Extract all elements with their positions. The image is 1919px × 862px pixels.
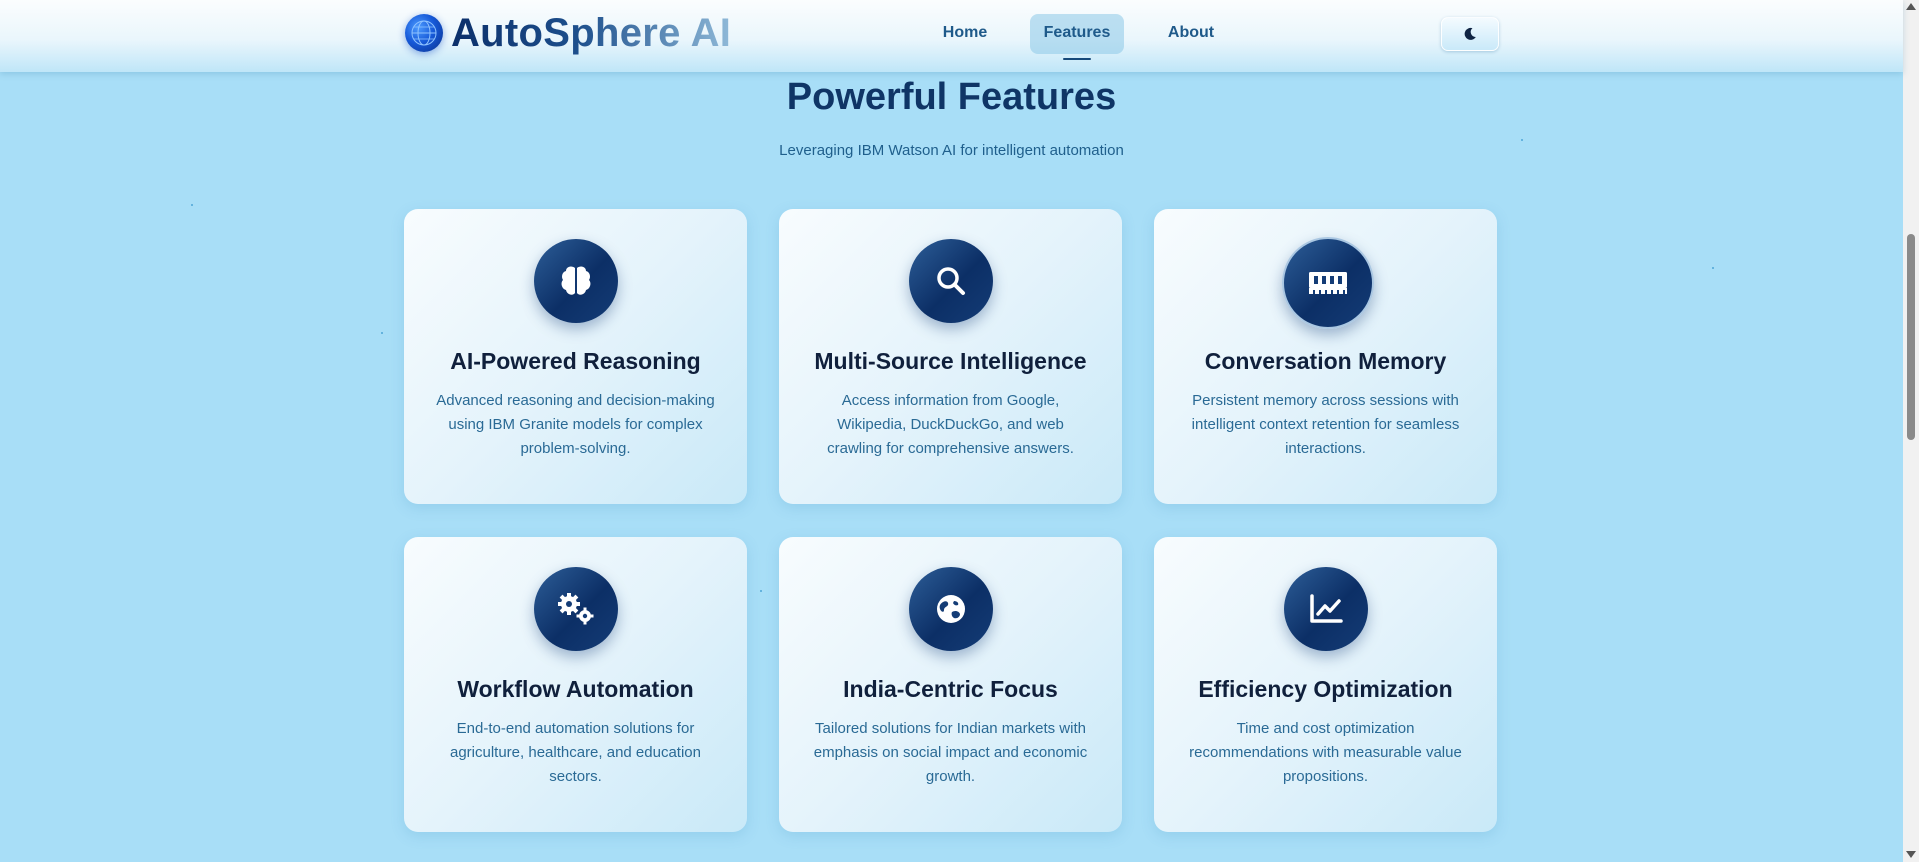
feature-title: Workflow Automation [457, 676, 694, 702]
section-title: Powerful Features [786, 76, 1117, 118]
decorative-dot [1712, 267, 1714, 269]
theme-toggle-button[interactable] [1441, 17, 1499, 51]
feature-card-conversation-memory[interactable]: Conversation Memory Persistent memory ac… [1154, 209, 1497, 504]
nav-link-about[interactable]: About [1158, 18, 1224, 52]
nav-link-home[interactable]: Home [930, 18, 1000, 52]
feature-title: Conversation Memory [1204, 348, 1447, 374]
feature-title: AI-Powered Reasoning [450, 348, 701, 374]
feature-description: Time and cost optimization recommendatio… [1189, 720, 1462, 785]
feature-card-multi-source[interactable]: Multi-Source Intelligence Access informa… [779, 209, 1122, 504]
chart-line-icon [1283, 567, 1368, 651]
feature-description: Tailored solutions for Indian markets wi… [813, 720, 1088, 785]
feature-description: Access information from Google, Wikipedi… [827, 392, 1074, 457]
scroll-down-arrow[interactable] [1906, 851, 1916, 858]
memory-icon [1281, 237, 1374, 329]
brain-icon [533, 239, 618, 323]
active-nav-indicator [1063, 58, 1091, 60]
globe-icon [908, 567, 993, 651]
scrollbar-thumb[interactable] [1907, 234, 1915, 440]
search-icon [908, 239, 993, 323]
globe-icon [405, 14, 443, 52]
feature-card-ai-reasoning[interactable]: AI-Powered Reasoning Advanced reasoning … [404, 209, 747, 504]
feature-title: Multi-Source Intelligence [814, 348, 1087, 374]
decorative-dot [760, 590, 762, 592]
decorative-dot [191, 204, 193, 206]
brand-name: AutoSphere AI [451, 10, 732, 55]
feature-description: Advanced reasoning and decision-making u… [436, 392, 715, 457]
feature-card-india-centric[interactable]: India-Centric Focus Tailored solutions f… [779, 537, 1122, 832]
scroll-up-arrow[interactable] [1906, 3, 1916, 10]
navbar: AutoSphere AI Home Features About [0, 0, 1903, 72]
gears-icon [533, 567, 618, 651]
brand[interactable]: AutoSphere AI [405, 10, 732, 55]
section-subtitle: Leveraging IBM Watson AI for intelligent… [779, 142, 1124, 159]
feature-description: End-to-end automation solutions for agri… [449, 720, 701, 785]
feature-card-efficiency[interactable]: Efficiency Optimization Time and cost op… [1154, 537, 1497, 832]
feature-card-workflow-automation[interactable]: Workflow Automation End-to-end automatio… [404, 537, 747, 832]
scrollbar[interactable] [1903, 0, 1919, 862]
feature-description: Persistent memory across sessions with i… [1191, 392, 1460, 457]
decorative-dot [1521, 139, 1523, 141]
decorative-dot [381, 332, 383, 334]
feature-title: India-Centric Focus [843, 676, 1058, 702]
nav-link-features[interactable]: Features [1030, 14, 1124, 54]
moon-icon [1464, 27, 1476, 40]
feature-title: Efficiency Optimization [1198, 676, 1453, 702]
